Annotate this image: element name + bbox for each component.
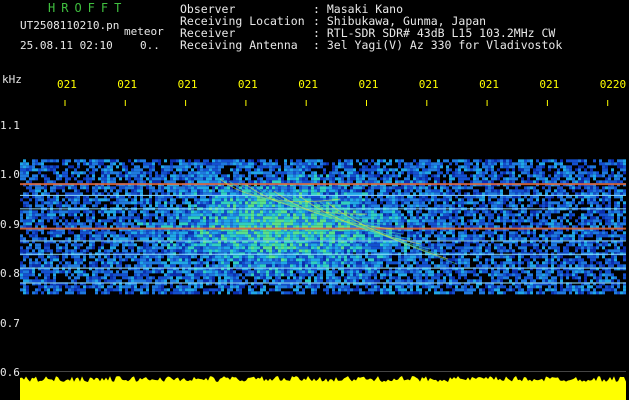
time-tick-label: 021: [479, 78, 499, 91]
time-tick-label: 021: [418, 78, 439, 91]
y-tick-label: 0.9: [0, 217, 20, 231]
y-tick-label: 1.0: [0, 168, 20, 182]
y-tick-label: 0.6: [0, 366, 20, 379]
time-tick-label: 021: [298, 78, 319, 91]
time-tick-label: 021: [539, 78, 560, 91]
y-axis-unit-label: kHz: [2, 73, 22, 86]
time-tick-label: 021: [117, 78, 138, 91]
filename-suffix-label: meteor: [124, 25, 164, 38]
filename-label: UT2508110210.pn: [20, 19, 120, 32]
signal-level-trace: [20, 376, 626, 400]
spectrogram-noise: [20, 159, 626, 295]
time-tick-label: 021: [358, 78, 379, 91]
time-tick-label: 021: [177, 78, 198, 91]
y-tick-label: 0.7: [0, 316, 20, 330]
time-tick-label: 021: [57, 78, 77, 91]
time-tick-label: 021: [237, 78, 258, 91]
antenna-value: : 3el Yagi(V) Az 330 for Vladivostok: [313, 38, 563, 52]
signal-level-bar: [20, 376, 626, 400]
datetime-label: 25.08.11 02:10: [20, 39, 113, 52]
hrofft-brand-title: HROFFT: [48, 1, 128, 15]
trailing-value: 0..: [140, 39, 160, 52]
time-tick-label: 0220: [599, 78, 627, 91]
y-tick-label: 0.8: [0, 267, 20, 281]
y-tick-label: 1.1: [0, 118, 20, 132]
antenna-label: Receiving Antenna: [180, 38, 298, 52]
spectrogram-plot: [20, 100, 626, 372]
